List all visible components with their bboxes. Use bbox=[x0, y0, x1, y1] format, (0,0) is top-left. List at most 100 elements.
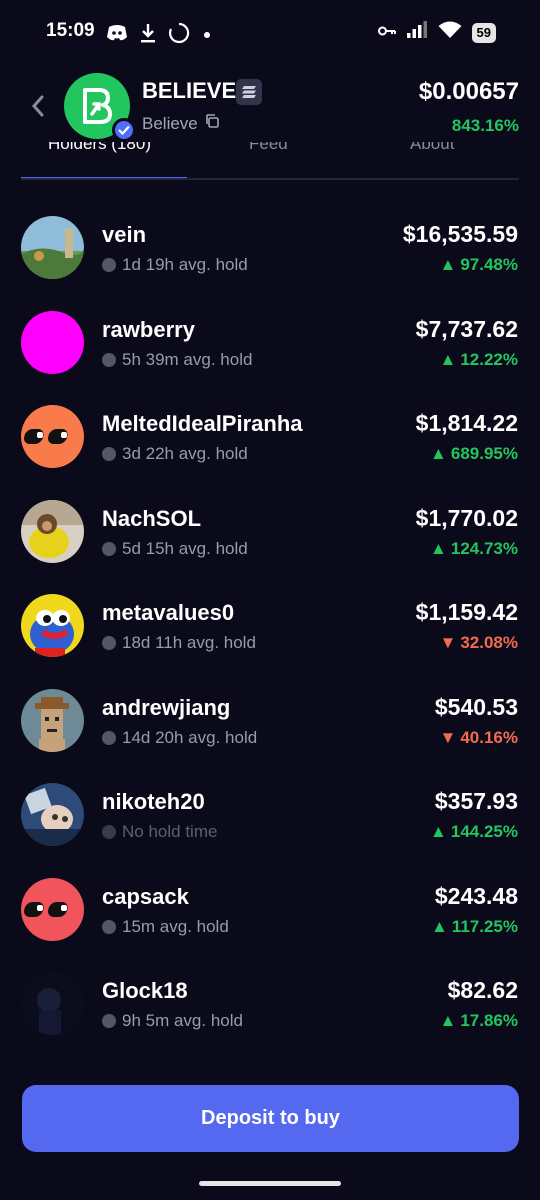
discord-icon bbox=[106, 24, 128, 47]
clock-icon bbox=[102, 541, 116, 556]
change-text: 97.48% bbox=[460, 255, 518, 274]
token-subtitle: Believe bbox=[142, 113, 220, 134]
tab-feed[interactable]: Feed bbox=[249, 142, 288, 154]
holder-value: $7,737.62 bbox=[415, 315, 518, 342]
list-item[interactable]: Glock18 9h 5m avg. hold $82.62 ▲ 17.86% bbox=[0, 956, 540, 1051]
clock-icon bbox=[102, 825, 116, 839]
wifi-icon bbox=[438, 21, 462, 44]
holders-list: vein 1d 19h avg. hold $16,535.59 ▲ 97.48%… bbox=[0, 200, 540, 1051]
change-text: 144.25% bbox=[450, 822, 518, 841]
list-item[interactable]: NachSOL 5d 15h avg. hold $1,770.02 ▲ 124.… bbox=[0, 484, 540, 579]
deposit-to-buy-button[interactable]: Deposit to buy bbox=[22, 1085, 519, 1152]
avatar bbox=[21, 783, 84, 846]
triangle-up-icon: ▲ bbox=[439, 349, 457, 369]
token-price: $0.00657 bbox=[418, 78, 519, 105]
chevron-left-icon bbox=[31, 95, 44, 117]
holder-change: ▼ 32.08% bbox=[440, 633, 519, 653]
change-text: 12.22% bbox=[460, 349, 518, 369]
holder-value: $540.53 bbox=[434, 693, 518, 720]
list-item[interactable]: vein 1d 19h avg. hold $16,535.59 ▲ 97.48% bbox=[0, 200, 540, 295]
change-text: 17.86% bbox=[460, 1011, 518, 1030]
tab-bar: Holders (180) Feed About bbox=[21, 142, 519, 180]
avatar bbox=[21, 310, 84, 374]
solana-chain-icon bbox=[236, 79, 262, 105]
holder-hold-time: 5d 15h avg. hold bbox=[102, 539, 248, 559]
triangle-up-icon: ▲ bbox=[430, 538, 447, 558]
holder-name: Glock18 bbox=[102, 978, 188, 1003]
believe-logo-icon bbox=[83, 88, 112, 124]
list-item[interactable]: MeltedIdealPiranha 3d 22h avg. hold $1,8… bbox=[0, 389, 540, 484]
key-icon bbox=[377, 24, 396, 42]
list-item[interactable]: capsack 15m avg. hold $243.48 ▲ 117.25% bbox=[0, 862, 540, 957]
holder-hold-time: 15m avg. hold bbox=[102, 917, 229, 937]
holder-name: andrewjiang bbox=[102, 694, 231, 720]
holder-value: $1,159.42 bbox=[415, 599, 518, 625]
change-text: 124.73% bbox=[450, 538, 518, 558]
copy-icon[interactable] bbox=[204, 113, 220, 134]
holder-name: capsack bbox=[102, 883, 189, 909]
hold-text: 14d 20h avg. hold bbox=[122, 727, 258, 747]
holder-value: $357.93 bbox=[434, 788, 518, 814]
verified-badge-icon bbox=[112, 118, 136, 142]
triangle-down-icon: ▼ bbox=[439, 633, 457, 652]
triangle-up-icon: ▲ bbox=[439, 1011, 457, 1030]
avatar bbox=[21, 405, 84, 468]
list-item[interactable]: metavalues0 18d 11h avg. hold $1,159.42 … bbox=[0, 578, 540, 673]
hold-text: 3d 22h avg. hold bbox=[122, 444, 248, 463]
holder-hold-time: 1d 19h avg. hold bbox=[102, 255, 248, 275]
hold-text: 1d 19h avg. hold bbox=[122, 255, 248, 274]
token-name: BELIEVE bbox=[142, 78, 237, 103]
tab-holders[interactable]: Holders (180) bbox=[48, 142, 151, 154]
clock-icon bbox=[102, 447, 116, 461]
hold-text: 5d 15h avg. hold bbox=[122, 538, 248, 558]
loading-icon bbox=[168, 22, 190, 49]
hold-text: 9h 5m avg. hold bbox=[122, 1011, 243, 1030]
holder-value: $1,770.02 bbox=[415, 504, 518, 531]
holder-change: ▲ 689.95% bbox=[430, 444, 518, 464]
triangle-down-icon: ▼ bbox=[439, 727, 457, 747]
triangle-up-icon: ▲ bbox=[430, 822, 447, 841]
change-text: 689.95% bbox=[450, 444, 518, 463]
tab-active-indicator bbox=[21, 177, 187, 178]
change-text: 32.08% bbox=[460, 633, 518, 652]
holder-value: $1,814.22 bbox=[415, 410, 518, 436]
hold-text: 5h 39m avg. hold bbox=[122, 349, 253, 369]
list-item[interactable]: andrewjiang 14d 20h avg. hold $540.53 ▼ 4… bbox=[0, 673, 540, 768]
status-left-icons bbox=[106, 22, 212, 49]
triangle-up-icon: ▲ bbox=[430, 444, 447, 463]
clock-icon bbox=[102, 730, 116, 745]
holder-hold-time: 5h 39m avg. hold bbox=[102, 350, 252, 370]
avatar bbox=[21, 216, 84, 279]
clock-icon bbox=[102, 919, 116, 934]
list-item[interactable]: nikoteh20 No hold time $357.93 ▲ 144.25% bbox=[0, 767, 540, 862]
holder-value: $243.48 bbox=[434, 882, 518, 909]
download-icon bbox=[140, 23, 156, 48]
holder-name: metavalues0 bbox=[102, 600, 235, 625]
holder-change: ▲ 12.22% bbox=[440, 350, 519, 370]
holder-hold-time: No hold time bbox=[102, 822, 217, 842]
holder-value: $16,535.59 bbox=[402, 221, 518, 247]
holder-change: ▲ 144.25% bbox=[430, 822, 518, 842]
holder-hold-time: 14d 20h avg. hold bbox=[102, 728, 257, 748]
token-change: 843.16% bbox=[451, 116, 519, 135]
clock-icon bbox=[102, 258, 116, 272]
holder-value: $82.62 bbox=[447, 977, 518, 1003]
battery-icon: 59 bbox=[471, 22, 496, 43]
holder-change: ▼ 40.16% bbox=[440, 728, 519, 748]
tab-about[interactable]: About bbox=[410, 142, 454, 154]
change-text: 117.25% bbox=[451, 916, 518, 936]
back-button[interactable] bbox=[26, 92, 50, 120]
holder-name: nikoteh20 bbox=[102, 789, 205, 814]
hold-text: 18d 11h avg. hold bbox=[122, 633, 256, 652]
holder-name: rawberry bbox=[102, 316, 195, 342]
holder-hold-time: 9h 5m avg. hold bbox=[102, 1011, 243, 1031]
avatar bbox=[21, 688, 84, 752]
dot-icon bbox=[202, 27, 212, 45]
home-indicator[interactable] bbox=[199, 1181, 341, 1186]
holder-change: ▲ 124.73% bbox=[430, 539, 518, 559]
status-right-icons: 59 bbox=[377, 21, 496, 44]
holder-name: MeltedIdealPiranha bbox=[102, 411, 303, 436]
list-item[interactable]: rawberry 5h 39m avg. hold $7,737.62 ▲ 12.… bbox=[0, 295, 540, 390]
holder-hold-time: 18d 11h avg. hold bbox=[102, 633, 256, 653]
status-time: 15:09 bbox=[46, 20, 95, 41]
